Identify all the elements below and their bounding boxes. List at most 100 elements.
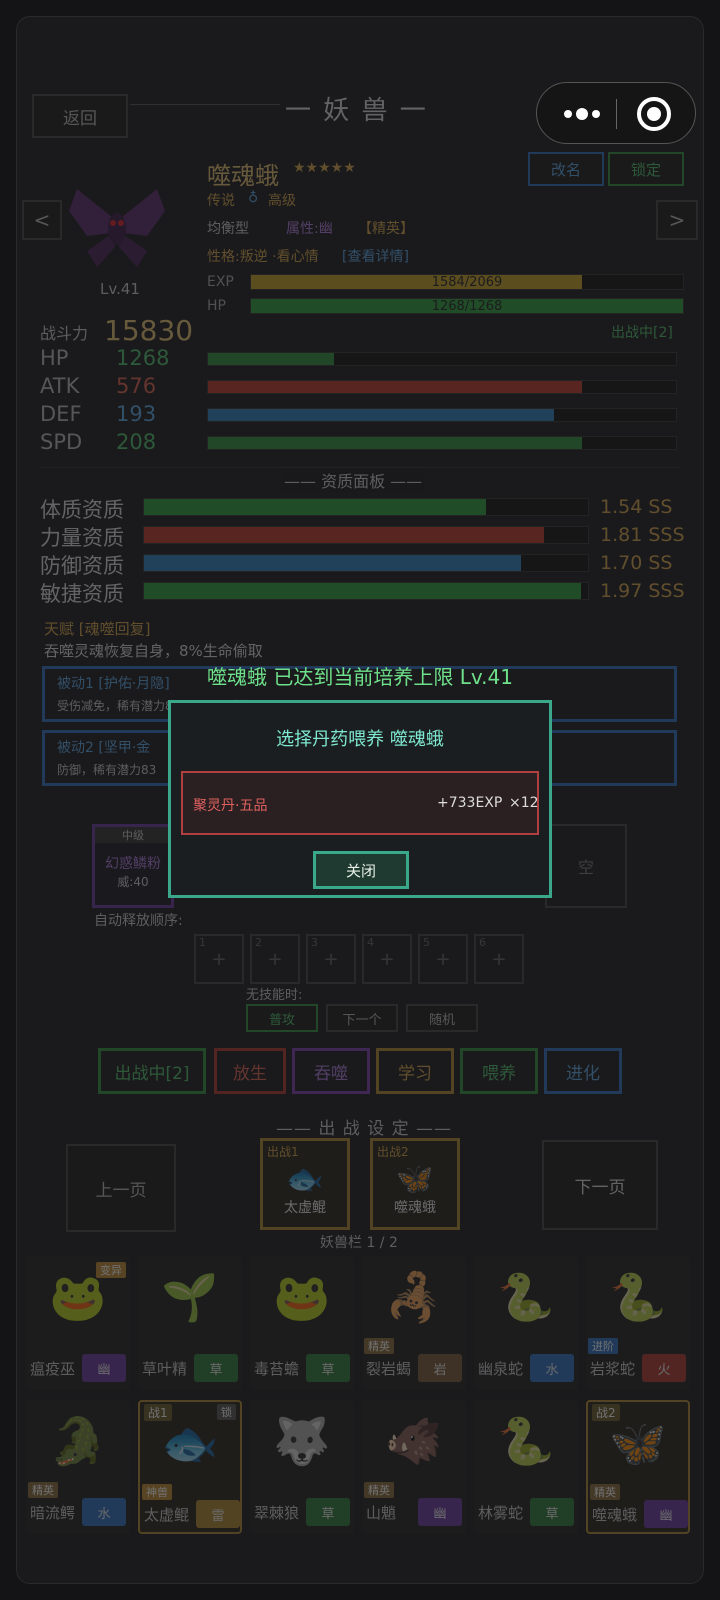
stat-label-0: HP — [40, 346, 69, 370]
deploy-tag: 战1 — [144, 1404, 172, 1421]
power-value: 15830 — [104, 314, 194, 347]
deploy-next-button[interactable]: 下一页 — [542, 1140, 658, 1230]
deploy-status: 出战中[2] — [611, 325, 673, 341]
plus-icon: + — [267, 948, 283, 970]
pet-card[interactable]: 🐗 精英 山魈 幽 — [362, 1400, 466, 1534]
pet-card[interactable]: 🐸 毒苔蟾草 — [250, 1256, 354, 1390]
stat-bar-2 — [207, 408, 677, 422]
aptitude-label-2: 防御资质 — [40, 554, 124, 578]
rank-tag: 精英 — [364, 1482, 394, 1498]
rename-button[interactable]: 改名 — [528, 152, 604, 186]
hp-bar: 1268/1268 — [250, 298, 684, 314]
pet-card-name: 岩浆蛇 — [590, 1360, 636, 1378]
pet-card-name: 瘟疫巫 — [30, 1360, 76, 1378]
deploy-title: —— 出 战 设 定 —— — [276, 1119, 453, 1139]
fish-icon: 🐟 — [286, 1162, 324, 1197]
pet-stars: ★★★★★ — [293, 160, 356, 176]
skill-power: 威:40 — [117, 875, 149, 889]
aptitude-label-3: 敏捷资质 — [40, 582, 124, 606]
next-pet-button[interactable]: > — [656, 200, 698, 240]
plus-icon: + — [323, 948, 339, 970]
header-divider-left — [130, 104, 280, 105]
pet-card[interactable]: 🐺 翠棘狼草 — [250, 1400, 354, 1534]
deploy-slot-2-name: 噬魂蛾 — [394, 1200, 436, 1216]
back-button[interactable]: 返回 — [32, 94, 128, 138]
lock-button[interactable]: 锁定 — [608, 152, 684, 186]
pet-card[interactable]: 🐸 变异 瘟疫巫幽 — [26, 1256, 130, 1390]
pet-card[interactable]: 🌱 草叶精草 — [138, 1256, 242, 1390]
action-button-4[interactable]: 喂养 — [460, 1048, 538, 1094]
pet-card-type: 草 — [194, 1354, 238, 1382]
pet-card-name: 草叶精 — [142, 1360, 188, 1378]
wolf-icon: 🐺 — [273, 1414, 331, 1468]
pet-card-type: 雷 — [196, 1500, 240, 1528]
pet-card[interactable]: 🐍 幽泉蛇水 — [474, 1256, 578, 1390]
rarity-icon: ♁ — [248, 190, 259, 206]
details-link[interactable]: [查看详情] — [342, 246, 409, 266]
mini-program-capsule — [536, 82, 696, 144]
stat-bar-fill-3 — [208, 437, 583, 449]
moth-icon — [62, 178, 172, 274]
prev-pet-button[interactable]: < — [22, 200, 62, 240]
pet-card[interactable]: 🐍 进阶 岩浆蛇火 — [586, 1256, 690, 1390]
action-button-3[interactable]: 学习 — [376, 1048, 454, 1094]
deploy-prev-button[interactable]: 上一页 — [66, 1144, 176, 1232]
action-button-0[interactable]: 出战中[2] — [98, 1048, 206, 1094]
close-button[interactable]: 关闭 — [313, 851, 409, 889]
toast-message: 噬魂蛾 已达到当前培养上限 Lv.41 — [207, 665, 513, 689]
target-icon[interactable] — [637, 97, 671, 131]
pill-item[interactable]: 聚灵丹·五品 +733EXP ×12 — [181, 771, 539, 835]
stat-bar-fill-1 — [208, 381, 583, 393]
feed-dialog: 选择丹药喂养 噬魂蛾 聚灵丹·五品 +733EXP ×12 关闭 — [168, 700, 552, 898]
rank-tag: 精英 — [364, 1338, 394, 1354]
order-slot-4[interactable]: 4 + — [362, 934, 412, 984]
pet-card[interactable]: 🐍 林雾蛇草 — [474, 1400, 578, 1534]
stat-label-3: SPD — [40, 430, 83, 454]
stat-label-2: DEF — [40, 402, 82, 426]
moth-icon: 🦋 — [396, 1162, 434, 1197]
stat-bar-1 — [207, 380, 677, 394]
pet-card-name: 暗流鳄 — [30, 1504, 76, 1522]
order-slot-3[interactable]: 3 + — [306, 934, 356, 984]
pet-card-type: 幽 — [82, 1354, 126, 1382]
pet-card[interactable]: 🦋 战2 精英 噬魂蛾幽 — [586, 1400, 690, 1534]
aptitude-value-2: 1.70 SS — [600, 552, 673, 574]
pet-card-name: 山魈 — [366, 1504, 397, 1522]
order-slot-1[interactable]: 1 + — [194, 934, 244, 984]
deploy-slot-2[interactable]: 出战2 🦋 噬魂蛾 — [370, 1138, 460, 1230]
stat-value-1: 576 — [116, 374, 157, 398]
aptitude-bar-fill-2 — [144, 555, 522, 571]
order-slot-number: 4 — [367, 936, 374, 949]
pet-card[interactable]: 🐟 战1 锁神兽 太虚鲲雷 — [138, 1400, 242, 1534]
pet-level: Lv.41 — [100, 280, 140, 298]
order-slot-number: 2 — [255, 936, 262, 949]
option-attack[interactable]: 普攻 — [246, 1004, 318, 1032]
pet-card-type: 岩 — [418, 1354, 462, 1382]
aptitude-bar-fill-1 — [144, 527, 544, 543]
pet-card[interactable]: 🦂 精英 裂岩蝎岩 — [362, 1256, 466, 1390]
skill-slot-empty[interactable]: 空 — [545, 824, 627, 908]
option-next[interactable]: 下一个 — [326, 1004, 398, 1032]
stat-bar-fill-0 — [208, 353, 335, 365]
hp-text: 1268/1268 — [431, 299, 503, 314]
pet-card[interactable]: 🐊 精英 暗流鳄水 — [26, 1400, 130, 1534]
pill-exp: +733EXP — [437, 795, 503, 811]
pet-name: 噬魂蛾 — [207, 162, 279, 190]
order-slot-5[interactable]: 5 + — [418, 934, 468, 984]
stat-label-1: ATK — [40, 374, 80, 398]
action-button-5[interactable]: 进化 — [544, 1048, 622, 1094]
order-slot-2[interactable]: 2 + — [250, 934, 300, 984]
action-button-1[interactable]: 放生 — [214, 1048, 286, 1094]
more-dots-icon[interactable] — [557, 99, 607, 129]
aptitude-value-3: 1.97 SSS — [600, 580, 685, 602]
pet-elite-tag: 【精英】 — [358, 221, 414, 237]
action-button-2[interactable]: 吞噬 — [292, 1048, 370, 1094]
deploy-tag: 战2 — [592, 1404, 620, 1421]
option-random[interactable]: 随机 — [406, 1004, 478, 1032]
skill-slot-1[interactable]: 中级 幻惑鳞粉 威:40 — [92, 824, 174, 908]
pet-card-type: 火 — [642, 1354, 686, 1382]
exp-bar: 1584/2069 — [250, 274, 684, 290]
order-slot-6[interactable]: 6 + — [474, 934, 524, 984]
pill-count: ×12 — [509, 795, 539, 811]
deploy-slot-1[interactable]: 出战1 🐟 太虚鲲 — [260, 1138, 350, 1230]
